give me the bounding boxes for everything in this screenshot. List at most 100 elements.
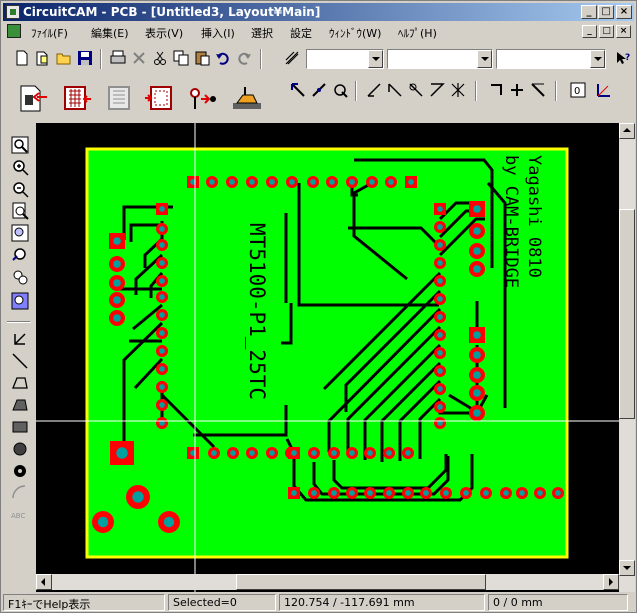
menu-select[interactable]: 選択 xyxy=(251,25,273,41)
menu-help[interactable]: ﾍﾙﾌﾟ(H) xyxy=(398,25,437,41)
context-help-icon[interactable]: ? xyxy=(612,47,633,68)
paste-icon[interactable] xyxy=(191,47,212,68)
menu-settings[interactable]: 設定 xyxy=(290,25,312,41)
standard-toolbar: ? xyxy=(3,47,634,71)
snap-angle-icon[interactable] xyxy=(527,79,548,100)
layer-tool-icon[interactable] xyxy=(281,47,302,68)
cut-icon[interactable] xyxy=(149,47,170,68)
vertical-scroll-thumb[interactable] xyxy=(619,209,635,419)
horizontal-scroll-thumb[interactable] xyxy=(236,574,486,590)
scroll-right-button[interactable] xyxy=(603,574,619,590)
title-bar[interactable]: CircuitCAM - PCB - [Untitled3, Layout¥Ma… xyxy=(3,3,634,21)
edit-node-icon[interactable] xyxy=(287,79,308,100)
drill-hole xyxy=(437,350,443,356)
draw-line-icon[interactable] xyxy=(9,351,31,371)
insert-text-icon[interactable]: ABC xyxy=(9,505,31,525)
drill-hole xyxy=(349,179,355,185)
menu-insert[interactable]: 挿入(I) xyxy=(201,25,235,41)
select-tool-1-icon[interactable] xyxy=(363,79,384,100)
zoom-page-icon[interactable] xyxy=(9,201,31,221)
snap-corner-icon[interactable] xyxy=(485,79,506,100)
drill-hole xyxy=(473,205,481,213)
origin-icon[interactable] xyxy=(593,79,614,100)
drill-hole xyxy=(349,450,355,456)
zoom-previous-icon[interactable] xyxy=(9,245,31,265)
drill-hole xyxy=(437,242,443,248)
scroll-up-button[interactable] xyxy=(619,123,635,139)
select-tool-5-icon[interactable] xyxy=(447,79,468,100)
snap-cross-icon[interactable] xyxy=(506,79,527,100)
save-icon[interactable] xyxy=(74,47,95,68)
draw-polygon-icon[interactable] xyxy=(9,373,31,393)
rotate-icon[interactable] xyxy=(329,79,350,100)
chevron-down-icon[interactable] xyxy=(477,50,492,68)
draw-rectangle-icon[interactable] xyxy=(9,417,31,437)
grid-zero-icon[interactable]: 0 xyxy=(567,79,588,100)
drill-hole xyxy=(537,490,543,496)
draw-pad-icon[interactable] xyxy=(9,461,31,481)
arrow-select-icon[interactable] xyxy=(9,329,31,349)
layer-select[interactable] xyxy=(306,49,384,69)
drill-hole xyxy=(437,332,443,338)
pcb-canvas[interactable]: MT5100-P1_25TC by CAM-BRIDGE Yagashi 081… xyxy=(36,123,633,592)
menu-file[interactable]: ﾌｧｲﾙ(F) xyxy=(31,25,68,41)
redo-icon[interactable] xyxy=(233,47,254,68)
undo-icon[interactable] xyxy=(212,47,233,68)
draw-arc-icon[interactable] xyxy=(9,483,31,503)
pcb-layout[interactable]: MT5100-P1_25TC by CAM-BRIDGE Yagashi 081… xyxy=(36,123,633,592)
new-layout-icon[interactable] xyxy=(32,47,53,68)
drill-hole xyxy=(163,516,175,528)
drill-hole xyxy=(388,179,394,185)
print-icon[interactable] xyxy=(107,47,128,68)
select-tool-2-icon[interactable] xyxy=(384,79,405,100)
minimize-button[interactable]: _ xyxy=(581,5,597,19)
menu-view[interactable]: 表示(V) xyxy=(145,25,183,41)
mdi-close-button[interactable]: × xyxy=(616,25,631,38)
mdi-minimize-button[interactable]: _ xyxy=(582,25,597,38)
zoom-window-icon[interactable] xyxy=(9,135,31,155)
aperture-select[interactable] xyxy=(387,49,493,69)
zoom-out-icon[interactable] xyxy=(9,179,31,199)
drill-hole xyxy=(291,490,297,496)
silk-text-author: Yagashi 0810 xyxy=(524,155,544,278)
drill-hole xyxy=(159,294,165,300)
drill-hole xyxy=(249,450,255,456)
horizontal-scrollbar[interactable] xyxy=(36,574,619,590)
drill-hole xyxy=(249,179,255,185)
mdi-restore-button[interactable]: □ xyxy=(599,25,614,38)
new-file-icon[interactable] xyxy=(11,47,32,68)
draw-circle-icon[interactable] xyxy=(9,439,31,459)
app-icon[interactable] xyxy=(6,5,20,19)
drill-hole xyxy=(503,490,509,496)
drill-hole xyxy=(159,226,165,232)
drill-hole xyxy=(229,179,235,185)
open-folder-icon[interactable] xyxy=(53,47,74,68)
tool-select[interactable] xyxy=(496,49,606,69)
drill-hole xyxy=(311,450,317,456)
draw-filled-polygon-icon[interactable] xyxy=(9,395,31,415)
close-button[interactable]: × xyxy=(616,5,632,19)
scroll-down-button[interactable] xyxy=(619,560,635,576)
move-vertex-icon[interactable] xyxy=(308,79,329,100)
drill-hole xyxy=(519,490,525,496)
zoom-layer-icon[interactable] xyxy=(9,291,31,311)
zoom-fit-icon[interactable] xyxy=(9,267,31,287)
scroll-left-button[interactable] xyxy=(36,574,52,590)
vertical-scrollbar[interactable] xyxy=(619,123,635,592)
document-icon[interactable] xyxy=(7,24,21,38)
copy-icon[interactable] xyxy=(170,47,191,68)
drill-hole xyxy=(473,247,481,255)
drill-hole xyxy=(405,490,411,496)
select-tool-4-icon[interactable] xyxy=(426,79,447,100)
menu-window[interactable]: ｳｨﾝﾄﾞｳ(W) xyxy=(329,25,381,41)
drill-hole xyxy=(437,296,443,302)
select-tool-3-icon[interactable] xyxy=(405,79,426,100)
menu-edit[interactable]: 編集(E) xyxy=(91,25,129,41)
drill-hole xyxy=(159,384,165,390)
zoom-all-icon[interactable] xyxy=(9,223,31,243)
maximize-button[interactable]: □ xyxy=(598,5,614,19)
zoom-in-icon[interactable] xyxy=(9,157,31,177)
chevron-down-icon[interactable] xyxy=(368,50,383,68)
chevron-down-icon[interactable] xyxy=(590,50,605,68)
delete-icon[interactable] xyxy=(128,47,149,68)
